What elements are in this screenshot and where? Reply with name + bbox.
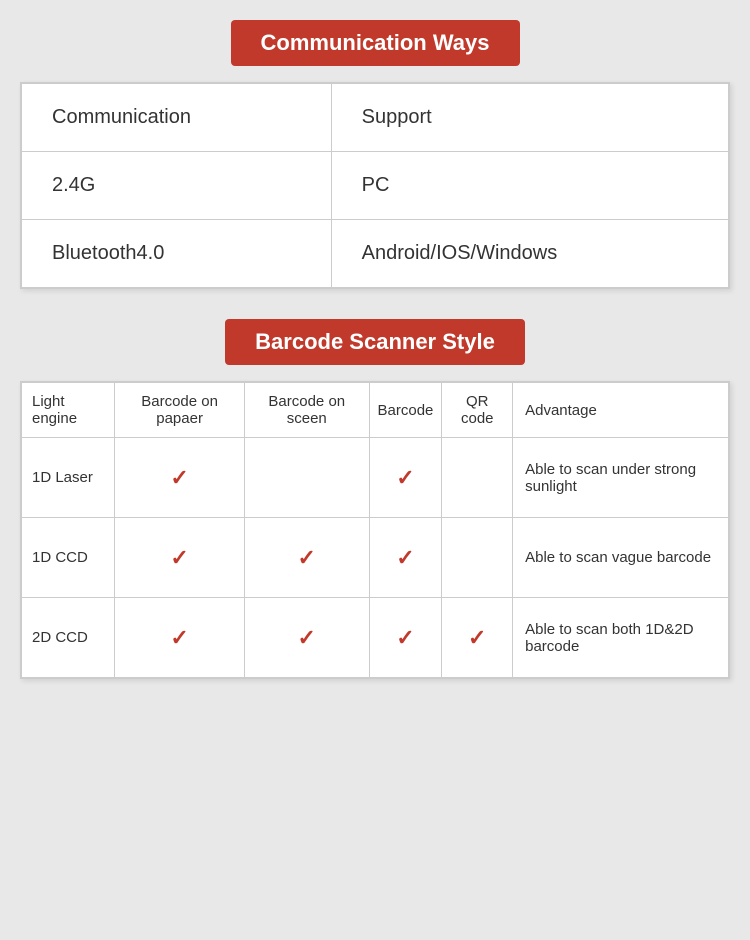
- ccd2-advantage: Able to scan both 1D&2D barcode: [513, 598, 729, 678]
- laser-barcode-check: ✓: [369, 438, 442, 518]
- laser-qr-empty: [442, 438, 513, 518]
- check-icon: ✓: [298, 545, 316, 570]
- scanner-row-1d-ccd: 1D CCD ✓ ✓ ✓ Able to scan vague barcode: [22, 518, 729, 598]
- engine-1d-laser: 1D Laser: [22, 438, 115, 518]
- comm-row1-left: 2.4G: [22, 152, 332, 220]
- check-icon: ✓: [170, 545, 188, 570]
- check-icon: ✓: [298, 625, 316, 650]
- laser-advantage: Able to scan under strong sunlight: [513, 438, 729, 518]
- section1-title: Communication Ways: [231, 20, 520, 66]
- engine-1d-ccd: 1D CCD: [22, 518, 115, 598]
- comm-row1-right: PC: [331, 152, 728, 220]
- ccd1-barcode-check: ✓: [369, 518, 442, 598]
- ccd1-screen-check: ✓: [245, 518, 370, 598]
- ccd2-qr-check: ✓: [442, 598, 513, 678]
- section-communication: Communication Ways Communication Support…: [20, 20, 730, 289]
- check-icon: ✓: [170, 465, 188, 490]
- scanner-row-1d-laser: 1D Laser ✓ ✓ Able to scan under strong s…: [22, 438, 729, 518]
- scanner-col-qr: QR code: [442, 383, 513, 438]
- check-icon: ✓: [396, 625, 414, 650]
- scanner-col-engine: Light engine: [22, 383, 115, 438]
- scanner-header-row: Light engine Barcode on papaer Barcode o…: [22, 383, 729, 438]
- table-row: Communication Support: [22, 84, 729, 152]
- comm-header-right: Support: [331, 84, 728, 152]
- laser-screen-empty: [245, 438, 370, 518]
- ccd2-paper-check: ✓: [115, 598, 245, 678]
- check-icon: ✓: [468, 625, 486, 650]
- communication-table: Communication Support 2.4G PC Bluetooth4…: [21, 83, 729, 288]
- check-icon: ✓: [396, 465, 414, 490]
- section2-title-container: Barcode Scanner Style: [20, 319, 730, 365]
- section-barcode: Barcode Scanner Style Light engine Barco…: [20, 319, 730, 679]
- scanner-col-paper: Barcode on papaer: [115, 383, 245, 438]
- scanner-col-barcode: Barcode: [369, 383, 442, 438]
- scanner-table-container: Light engine Barcode on papaer Barcode o…: [20, 381, 730, 679]
- section1-title-container: Communication Ways: [20, 20, 730, 66]
- ccd2-screen-check: ✓: [245, 598, 370, 678]
- ccd2-barcode-check: ✓: [369, 598, 442, 678]
- ccd1-qr-empty: [442, 518, 513, 598]
- comm-row2-left: Bluetooth4.0: [22, 220, 332, 288]
- check-icon: ✓: [170, 625, 188, 650]
- ccd1-paper-check: ✓: [115, 518, 245, 598]
- communication-table-container: Communication Support 2.4G PC Bluetooth4…: [20, 82, 730, 289]
- laser-paper-check: ✓: [115, 438, 245, 518]
- comm-row2-right: Android/IOS/Windows: [331, 220, 728, 288]
- section2-title: Barcode Scanner Style: [225, 319, 525, 365]
- scanner-table: Light engine Barcode on papaer Barcode o…: [21, 382, 729, 678]
- check-icon: ✓: [396, 545, 414, 570]
- scanner-col-advantage: Advantage: [513, 383, 729, 438]
- scanner-row-2d-ccd: 2D CCD ✓ ✓ ✓ ✓ Able to scan both 1D&2D b…: [22, 598, 729, 678]
- scanner-col-screen: Barcode on sceen: [245, 383, 370, 438]
- comm-header-left: Communication: [22, 84, 332, 152]
- table-row: Bluetooth4.0 Android/IOS/Windows: [22, 220, 729, 288]
- ccd1-advantage: Able to scan vague barcode: [513, 518, 729, 598]
- table-row: 2.4G PC: [22, 152, 729, 220]
- engine-2d-ccd: 2D CCD: [22, 598, 115, 678]
